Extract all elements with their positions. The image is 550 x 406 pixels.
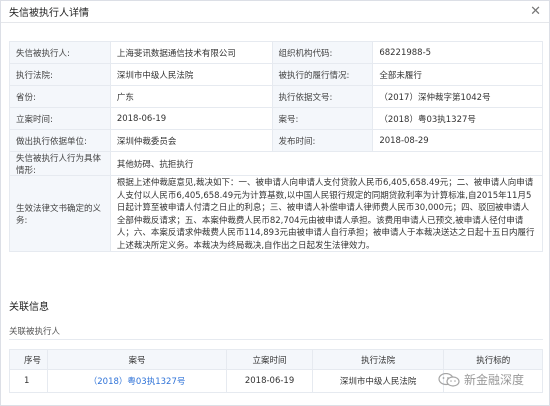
detail-dialog: 失信被执行人详情 ✕ 失信被执行人: 上海斐讯数据通信技术有限公司 组织机构代码… — [0, 0, 550, 406]
field-label: 做出执行依据单位: — [10, 130, 111, 151]
watermark-text: 新金融深度 — [464, 373, 525, 387]
field-label: 执行法院: — [10, 64, 111, 85]
column-header: 立案时间 — [227, 350, 313, 369]
field-label: 生效法律文书确定的义务: — [10, 176, 111, 251]
divider — [9, 339, 543, 340]
wechat-icon — [438, 372, 460, 387]
detail-row: 生效法律文书确定的义务: 根据上述仲裁庭意见,裁决如下：一、被申请人向申请人支付… — [10, 176, 543, 252]
field-label: 组织机构代码: — [272, 42, 374, 63]
dialog-header: 失信被执行人详情 ✕ — [1, 1, 549, 23]
column-header: 执行法院 — [313, 350, 445, 369]
field-value: 2018-06-19 — [110, 108, 273, 129]
case-link[interactable]: （2018）粤03执1327号 — [48, 370, 228, 392]
section-title: 关联信息 — [9, 302, 49, 313]
field-value: 深圳市中级人民法院 — [110, 64, 273, 85]
dialog-title: 失信被执行人详情 — [9, 8, 89, 19]
detail-row: 立案时间: 2018-06-19 案号: （2018）粤03执1327号 — [10, 108, 543, 130]
row-index: 1 — [10, 370, 48, 392]
detail-row: 失信被执行人行为具体情形: 其他妨碍、抗拒执行 — [10, 152, 543, 176]
column-header: 序号 — [10, 350, 48, 369]
field-label: 案号: — [272, 108, 374, 129]
detail-row: 做出执行依据单位: 深圳仲裁委员会 发布时间: 2018-08-29 — [10, 130, 543, 152]
detail-row: 省份: 广东 执行依据文号: （2017）深仲裁字第1042号 — [10, 86, 543, 108]
close-icon[interactable]: ✕ — [530, 5, 541, 18]
field-label: 发布时间: — [272, 130, 374, 151]
field-value: （2018）粤03执1327号 — [373, 108, 543, 129]
field-label: 失信被执行人行为具体情形: — [10, 152, 111, 176]
field-value: 深圳仲裁委员会 — [110, 130, 273, 151]
detail-table: 失信被执行人: 上海斐讯数据通信技术有限公司 组织机构代码: 68221988-… — [9, 41, 543, 252]
field-label: 失信被执行人: — [10, 42, 111, 63]
field-value: 全部未履行 — [373, 64, 543, 85]
subsection-title: 关联被执行人 — [9, 327, 61, 337]
field-label: 被执行的履行情况: — [272, 64, 374, 85]
column-header: 执行标的 — [476, 355, 511, 366]
detail-row: 失信被执行人: 上海斐讯数据通信技术有限公司 组织机构代码: 68221988-… — [10, 42, 543, 64]
field-value: 其他妨碍、抗拒执行 — [110, 152, 543, 175]
obligation-text: 根据上述仲裁庭意见,裁决如下：一、被申请人向申请人支付贷款人民币6,405,65… — [110, 176, 543, 251]
row-date: 2018-06-19 — [227, 370, 313, 392]
row-court: 深圳市中级人民法院 — [313, 370, 445, 392]
field-label: 省份: — [10, 86, 111, 107]
table-header: 序号 案号 立案时间 执行法院 执行标的 — [10, 350, 542, 370]
field-value: 广东 — [110, 86, 273, 107]
field-value: 2018-08-29 — [373, 130, 543, 151]
field-label: 立案时间: — [10, 108, 111, 129]
field-value: 68221988-5 — [373, 42, 543, 63]
field-label: 执行依据文号: — [272, 86, 374, 107]
detail-row: 执行法院: 深圳市中级人民法院 被执行的履行情况: 全部未履行 — [10, 64, 543, 86]
field-value: 上海斐讯数据通信技术有限公司 — [110, 42, 273, 63]
watermark: 新金融深度 — [438, 371, 524, 388]
column-header: 案号 — [48, 350, 228, 369]
field-value: （2017）深仲裁字第1042号 — [373, 86, 543, 107]
case-number-link[interactable]: （2018）粤03执1327号 — [89, 375, 186, 387]
